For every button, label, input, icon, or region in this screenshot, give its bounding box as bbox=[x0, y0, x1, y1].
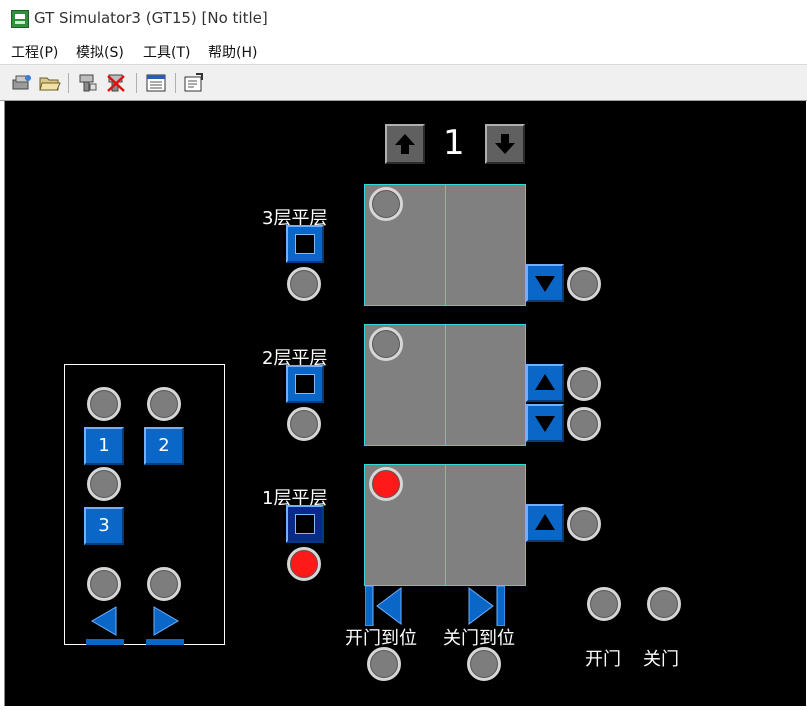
floor3-down-call-lamp bbox=[567, 267, 601, 301]
floor3-down-call-button[interactable] bbox=[526, 264, 564, 302]
app-icon bbox=[11, 10, 29, 28]
floor2-down-call-button[interactable] bbox=[526, 404, 564, 442]
floor2-up-call-lamp bbox=[567, 367, 601, 401]
floor1-level-lamp bbox=[287, 547, 321, 581]
floor1-car-lamp bbox=[369, 467, 403, 501]
toolbar bbox=[0, 64, 807, 101]
menu-help[interactable]: 帮助(H) bbox=[208, 42, 257, 62]
car-call-button-1[interactable]: 1 bbox=[84, 427, 124, 465]
open-limit-lamp bbox=[367, 647, 401, 681]
left-triangle-icon bbox=[86, 606, 124, 645]
menu-tools[interactable]: 工具(T) bbox=[143, 42, 190, 62]
floor2-up-call-button[interactable] bbox=[526, 364, 564, 402]
up-triangle-icon bbox=[535, 514, 555, 530]
down-triangle-icon bbox=[535, 416, 555, 432]
door-close-lamp bbox=[647, 587, 681, 621]
car-call-panel: 1 2 3 bbox=[64, 364, 225, 645]
left-arrow-icon bbox=[364, 585, 402, 627]
panel-close-lamp bbox=[147, 567, 181, 601]
menu-simulate[interactable]: 模拟(S) bbox=[76, 42, 124, 62]
floor3-elevator-car bbox=[364, 184, 526, 306]
close-limit-label: 关门到位 bbox=[443, 628, 515, 649]
up-arrow-indicator bbox=[385, 124, 425, 164]
open-limit-label: 开门到位 bbox=[345, 628, 417, 649]
floor2-elevator-car bbox=[364, 324, 526, 446]
up-triangle-icon bbox=[535, 374, 555, 390]
window-title: GT Simulator3 (GT15) [No title] bbox=[34, 9, 268, 27]
toolbar-separator bbox=[68, 73, 69, 93]
properties-icon[interactable] bbox=[182, 72, 206, 94]
door-close-label: 关门 bbox=[643, 649, 679, 670]
floor3-level-switch[interactable] bbox=[286, 225, 324, 263]
floor-number-display: 1 bbox=[443, 123, 465, 163]
floor2-car-lamp bbox=[369, 327, 403, 361]
down-triangle-icon bbox=[535, 276, 555, 292]
floor2-down-call-lamp bbox=[567, 407, 601, 441]
menu-project[interactable]: 工程(P) bbox=[11, 42, 58, 62]
floor3-car-lamp bbox=[369, 187, 403, 221]
down-arrow-indicator bbox=[485, 124, 525, 164]
floor3-level-lamp bbox=[287, 267, 321, 301]
status-strip bbox=[0, 706, 807, 710]
car-call-button-2[interactable]: 2 bbox=[144, 427, 184, 465]
call1-lamp bbox=[87, 387, 121, 421]
device-monitor-icon[interactable] bbox=[76, 72, 100, 94]
start-sim-icon[interactable] bbox=[10, 72, 34, 94]
panel-open-door-button[interactable] bbox=[84, 603, 126, 645]
close-limit-lamp bbox=[467, 647, 501, 681]
door-open-label: 开门 bbox=[585, 649, 621, 670]
hmi-screen: 1 3层平层 2层平层 1层平层 开门到位 关门到位 开门 关门 1 2 3 bbox=[4, 101, 806, 706]
floor1-up-call-button[interactable] bbox=[526, 504, 564, 542]
car-call-button-3[interactable]: 3 bbox=[84, 507, 124, 545]
door-open-limit-switch[interactable] bbox=[364, 585, 405, 627]
right-arrow-icon bbox=[468, 585, 506, 627]
toolbar-separator bbox=[136, 73, 137, 93]
floor1-elevator-car bbox=[364, 464, 526, 586]
panel-close-door-button[interactable] bbox=[144, 603, 186, 645]
open-icon[interactable] bbox=[38, 72, 62, 94]
stop-icon[interactable] bbox=[104, 72, 128, 94]
floor1-level-switch[interactable] bbox=[286, 505, 324, 543]
right-triangle-icon bbox=[146, 606, 184, 645]
up-arrow-icon bbox=[395, 134, 415, 154]
door-open-lamp bbox=[587, 587, 621, 621]
down-arrow-icon bbox=[495, 134, 515, 154]
door-close-limit-switch[interactable] bbox=[465, 585, 506, 627]
call2-lamp bbox=[147, 387, 181, 421]
panel-open-lamp bbox=[87, 567, 121, 601]
floor1-up-call-lamp bbox=[567, 507, 601, 541]
list-icon[interactable] bbox=[144, 72, 168, 94]
floor2-level-switch[interactable] bbox=[286, 365, 324, 403]
toolbar-separator bbox=[175, 73, 176, 93]
floor2-level-lamp bbox=[287, 407, 321, 441]
menu-bar: 工程(P) 模拟(S) 工具(T) 帮助(H) bbox=[0, 38, 807, 64]
title-bar: GT Simulator3 (GT15) [No title] bbox=[0, 0, 807, 38]
call3-lamp bbox=[87, 467, 121, 501]
